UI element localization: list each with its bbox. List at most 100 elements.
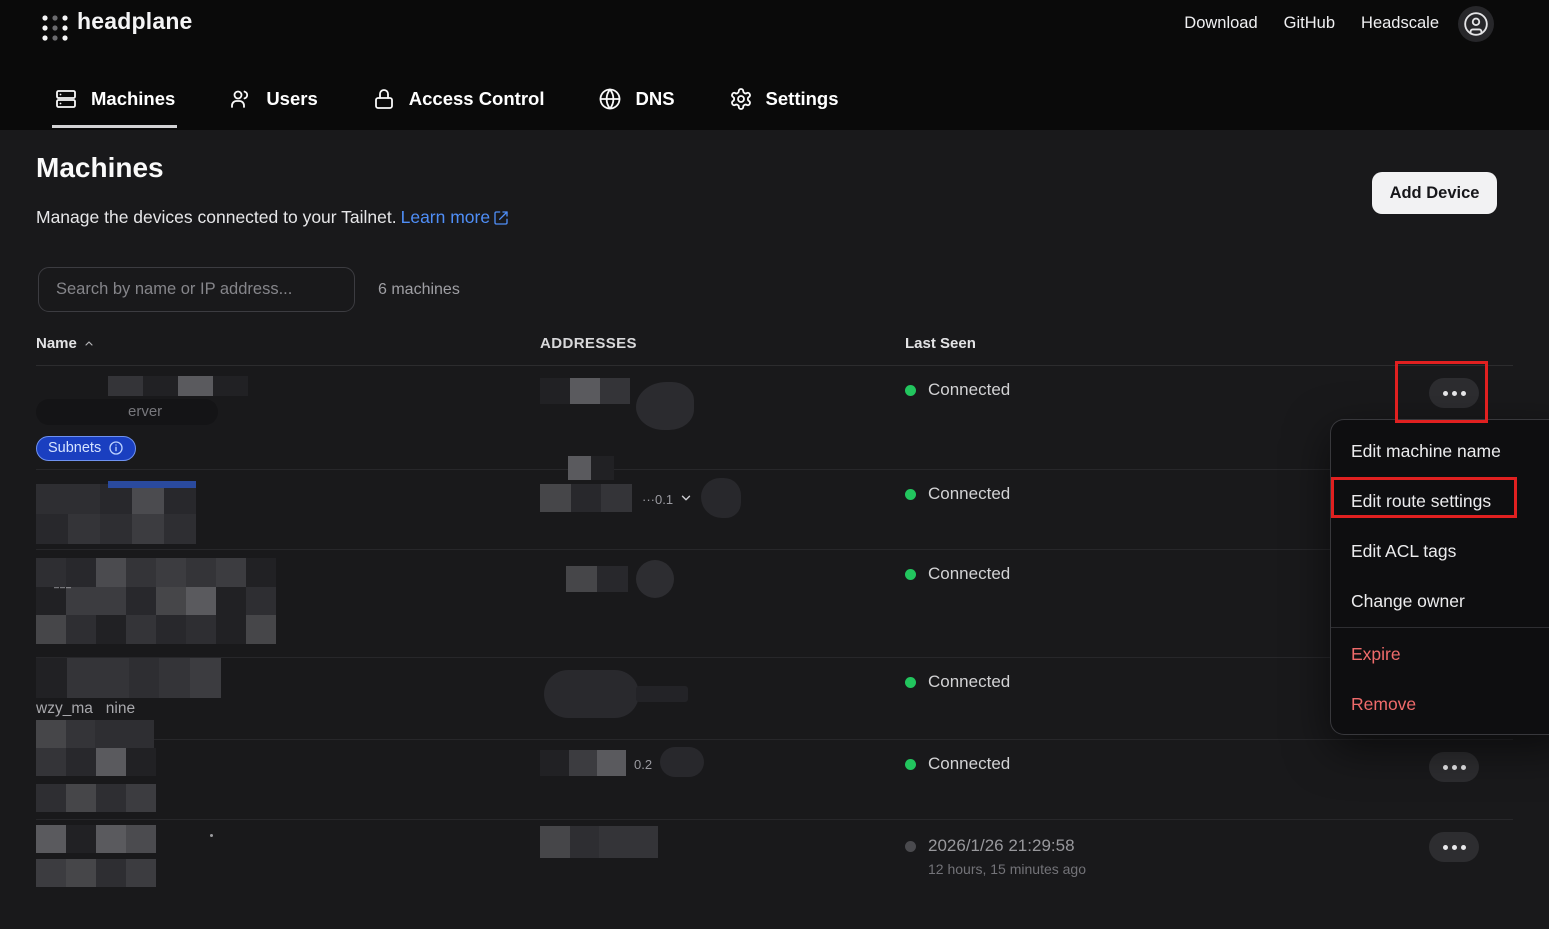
name-fragment: wzy_ma nine: [36, 700, 540, 718]
brand-row: headplane Download GitHub Headscale: [0, 0, 1549, 52]
redaction-pixel: [126, 587, 156, 616]
table-row[interactable]: 0.2 Connected: [36, 740, 1513, 820]
machine-name-cell: [36, 470, 540, 549]
tab-machines-label: Machines: [91, 88, 175, 110]
ellipsis-dot: [1452, 391, 1457, 396]
menu-item-edit-machine-name[interactable]: Edit machine name: [1331, 426, 1549, 476]
redaction-pixel: [190, 658, 221, 698]
redaction-pixel: [216, 587, 246, 616]
redacted-smudge: erver: [36, 399, 218, 425]
status-label: Connected: [928, 754, 1010, 774]
menu-item-expire[interactable]: Expire: [1331, 629, 1549, 679]
tab-dns[interactable]: DNS: [596, 72, 676, 128]
redaction-pixel: [126, 615, 156, 644]
redaction-pixel: [68, 514, 100, 544]
online-status-dot: [905, 569, 916, 580]
row-menu-button[interactable]: [1429, 752, 1479, 782]
github-link[interactable]: GitHub: [1284, 14, 1335, 33]
headscale-link[interactable]: Headscale: [1361, 14, 1439, 33]
tab-access-control-label: Access Control: [409, 88, 545, 110]
offline-status-dot: [905, 841, 916, 852]
add-device-button[interactable]: Add Device: [1372, 172, 1497, 214]
redacted-address: [540, 484, 632, 512]
redacted-name: [36, 748, 156, 776]
user-avatar-button[interactable]: [1458, 6, 1494, 42]
tab-users[interactable]: Users: [227, 72, 319, 128]
addresses-cell: [540, 820, 905, 908]
redaction-pixel: [597, 566, 628, 592]
redaction-pixel: [36, 514, 68, 544]
row-menu-button[interactable]: [1429, 378, 1479, 408]
redaction-pixel: [96, 825, 126, 853]
tab-access-control[interactable]: Access Control: [370, 72, 547, 128]
status-label: Connected: [928, 380, 1010, 400]
table-row[interactable]: erver Subnets Connected: [36, 366, 1513, 470]
redaction-pixel: [571, 484, 602, 512]
redaction-pixel: [186, 615, 216, 644]
redaction-pixel: [540, 484, 571, 512]
table-header-row: Name ADDRESSES Last Seen: [36, 335, 1513, 366]
brand-title: headplane: [77, 8, 193, 35]
redaction-pixel: [601, 484, 632, 512]
redacted-smudge: [544, 670, 639, 718]
redacted-smudge: [636, 382, 694, 430]
ellipsis-dot: [1461, 765, 1466, 770]
table-row[interactable]: ––– Connected: [36, 550, 1513, 658]
table-row[interactable]: wzy_ma nine Connected: [36, 658, 1513, 740]
redaction-pixel: [126, 748, 156, 776]
redaction-pixel: [36, 748, 66, 776]
redaction-pixel: [68, 484, 100, 514]
ellipsis-dot: [1443, 845, 1448, 850]
redaction-pixel: [570, 826, 600, 858]
redacted-address: [566, 566, 628, 592]
column-header-name[interactable]: Name: [36, 335, 540, 352]
redaction-pixel: [216, 615, 246, 644]
table-row[interactable]: ···0.1 Connected: [36, 470, 1513, 550]
row-menu-button[interactable]: [1429, 832, 1479, 862]
search-input[interactable]: [38, 267, 355, 312]
user-circle-icon: [1463, 11, 1489, 37]
subtitle-text: Manage the devices connected to your Tai…: [36, 207, 397, 228]
chevron-down-icon[interactable]: [679, 491, 693, 505]
redaction-pixel: [96, 859, 126, 887]
menu-item-remove[interactable]: Remove: [1331, 679, 1549, 729]
row-context-menu: Edit machine name Edit route settings Ed…: [1330, 419, 1549, 735]
subnets-badge[interactable]: Subnets: [36, 436, 136, 461]
redaction-pixel: [100, 514, 132, 544]
menu-divider: [1331, 627, 1549, 628]
learn-more-link[interactable]: Learn more: [401, 207, 510, 228]
page-subtitle: Manage the devices connected to your Tai…: [36, 207, 509, 228]
redacted-name: [36, 859, 156, 887]
redacted-badge-sliver: [108, 481, 196, 488]
status-label: Connected: [928, 564, 1010, 584]
tab-settings[interactable]: Settings: [727, 72, 841, 128]
redaction-pixel: [66, 615, 96, 644]
tab-machines[interactable]: Machines: [52, 72, 177, 128]
menu-item-change-owner[interactable]: Change owner: [1331, 576, 1549, 626]
redacted-smudge: [701, 478, 741, 518]
ellipsis-dot: [1461, 845, 1466, 850]
table-row[interactable]: 2026/1/26 21:29:58 12 hours, 15 minutes …: [36, 820, 1513, 908]
redaction-pixel: [156, 558, 186, 587]
machine-name-cell: [36, 740, 540, 819]
redacted-name: [108, 376, 248, 396]
address-fragment: 0.2: [634, 757, 652, 772]
top-bar: headplane Download GitHub Headscale Mach…: [0, 0, 1549, 130]
column-header-last-seen[interactable]: Last Seen: [905, 335, 1429, 352]
info-icon: [108, 440, 124, 456]
menu-item-edit-route-settings[interactable]: Edit route settings: [1331, 476, 1549, 526]
machine-name-cell: wzy_ma nine: [36, 658, 540, 750]
column-header-addresses[interactable]: ADDRESSES: [540, 335, 905, 352]
headplane-machines-page: { "brand": { "name": "headplane" }, "top…: [0, 0, 1549, 929]
menu-item-edit-acl-tags[interactable]: Edit ACL tags: [1331, 526, 1549, 576]
address-fragment: ···0.1: [642, 492, 673, 507]
redaction-pixel: [66, 748, 96, 776]
top-links: Download GitHub Headscale: [1184, 14, 1439, 33]
download-link[interactable]: Download: [1184, 14, 1257, 33]
redaction-pixel: [132, 514, 164, 544]
tab-dns-label: DNS: [635, 88, 674, 110]
redacted-smudge: [660, 747, 704, 777]
online-status-dot: [905, 489, 916, 500]
machine-count: 6 machines: [378, 281, 460, 299]
name-fragment: erver: [128, 403, 162, 420]
